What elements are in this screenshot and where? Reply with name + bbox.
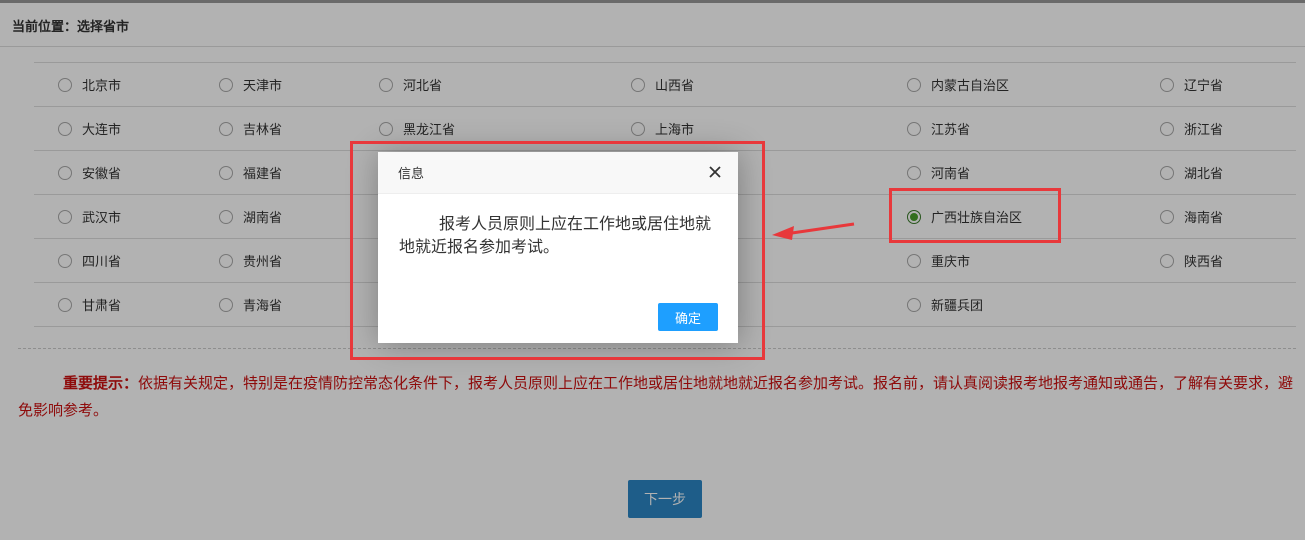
dialog-highlight-box: [350, 141, 765, 360]
selection-highlight-box: [889, 188, 1061, 243]
arrow-left-annotation: [772, 222, 855, 240]
